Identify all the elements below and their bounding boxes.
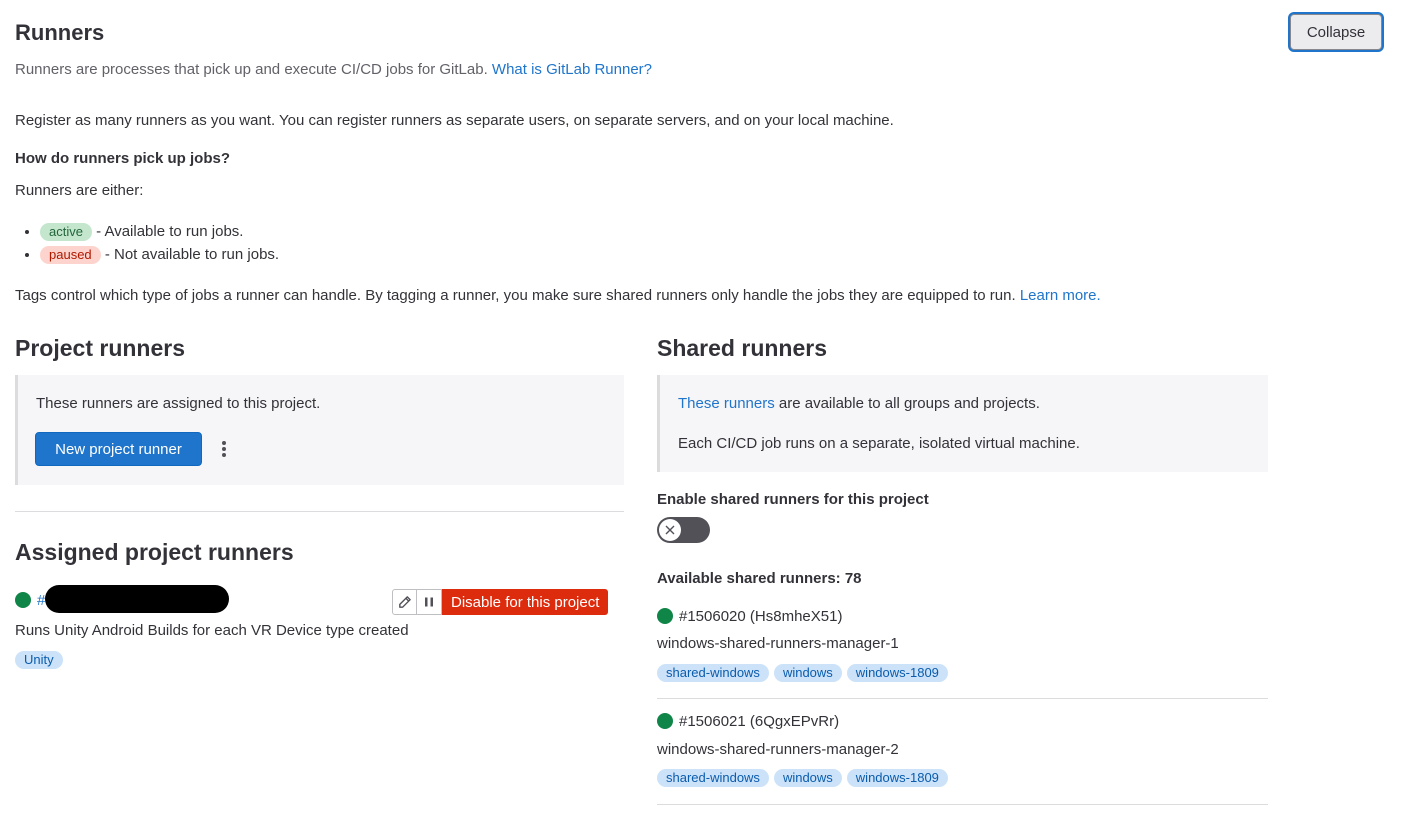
list-item: active - Available to run jobs. (40, 220, 279, 243)
runner-tag: shared-windows (657, 664, 769, 682)
active-description: - Available to run jobs. (96, 223, 244, 240)
list-item: #1506020 (Hs8mheX51) windows-shared-runn… (657, 606, 1268, 699)
page-subtitle: Runners are processes that pick up and e… (15, 61, 652, 78)
list-item: paused - Not available to run jobs. (40, 243, 279, 266)
online-status-icon (657, 713, 673, 729)
shared-runner-name: windows-shared-runners-manager-2 (657, 741, 899, 758)
runner-description: Runs Unity Android Builds for each VR De… (15, 622, 409, 639)
shared-runner-tags: shared-windows windows windows-1809 (657, 664, 953, 682)
disable-for-project-button[interactable]: Disable for this project (442, 589, 609, 615)
list-divider (657, 698, 1268, 699)
close-icon (659, 519, 681, 541)
runners-either-text: Runners are either: (15, 182, 144, 199)
register-text: Register as many runners as you want. Yo… (15, 112, 894, 129)
paused-description: - Not available to run jobs. (104, 246, 280, 263)
project-runners-panel-text: These runners are assigned to this proje… (36, 395, 321, 412)
runner-actions: Disable for this project (392, 589, 609, 615)
list-divider (657, 804, 1268, 805)
redacted-runner-name (45, 585, 229, 613)
shared-runners-title: Shared runners (657, 335, 827, 361)
how-pick-up-heading: How do runners pick up jobs? (15, 150, 231, 167)
edit-icon[interactable] (392, 589, 417, 615)
shared-runners-panel: These runners are available to all group… (657, 375, 1268, 472)
runner-id-link[interactable]: # (37, 592, 45, 609)
tags-description: Tags control which type of jobs a runner… (15, 287, 1016, 304)
project-runners-title: Project runners (15, 335, 185, 361)
shared-panel-text2: Each CI/CD job runs on a separate, isola… (678, 435, 1080, 452)
shared-runners-toggle[interactable] (657, 517, 710, 543)
subtitle-text: Runners are processes that pick up and e… (15, 61, 488, 78)
list-item: #1506021 (6QgxEPvRr) windows-shared-runn… (657, 712, 1268, 805)
shared-runner-tags: shared-windows windows windows-1809 (657, 769, 953, 787)
tags-text: Tags control which type of jobs a runner… (15, 287, 1101, 304)
shared-panel-line: These runners are available to all group… (678, 395, 1040, 412)
what-is-runner-link[interactable]: What is GitLab Runner? (492, 61, 652, 78)
section-divider (15, 511, 624, 512)
enable-shared-label: Enable shared runners for this project (657, 491, 929, 508)
page-title: Runners (15, 20, 105, 45)
new-project-runner-button[interactable]: New project runner (35, 432, 202, 466)
project-runners-panel: These runners are assigned to this proje… (15, 375, 624, 485)
runner-tag: shared-windows (657, 769, 769, 787)
runner-tag: windows-1809 (846, 769, 948, 787)
runner-tag: windows-1809 (846, 664, 948, 682)
pause-icon[interactable] (417, 589, 442, 615)
shared-panel-text: are available to all groups and projects… (778, 395, 1040, 412)
online-status-icon (15, 592, 31, 608)
assigned-runners-title: Assigned project runners (15, 539, 294, 565)
runner-tag: Unity (15, 651, 63, 669)
active-badge: active (40, 223, 92, 241)
runner-tag: windows (773, 769, 842, 787)
shared-runner-id: #1506020 (Hs8mheX51) (679, 608, 843, 625)
collapse-button[interactable]: Collapse (1290, 14, 1382, 50)
online-status-icon (657, 608, 673, 624)
runner-tag: windows (773, 664, 842, 682)
more-actions-icon[interactable] (214, 439, 234, 459)
paused-badge: paused (40, 246, 101, 264)
learn-more-link[interactable]: Learn more. (1020, 287, 1101, 304)
shared-runner-name: windows-shared-runners-manager-1 (657, 635, 899, 652)
assigned-runner-row: # Disable for this project Runs Unity An… (15, 585, 624, 673)
shared-runner-id: #1506021 (6QgxEPvRr) (679, 713, 840, 730)
these-runners-link[interactable]: These runners (678, 395, 775, 412)
runner-states-list: active - Available to run jobs. paused -… (15, 220, 279, 266)
available-shared-label: Available shared runners: 78 (657, 570, 862, 587)
